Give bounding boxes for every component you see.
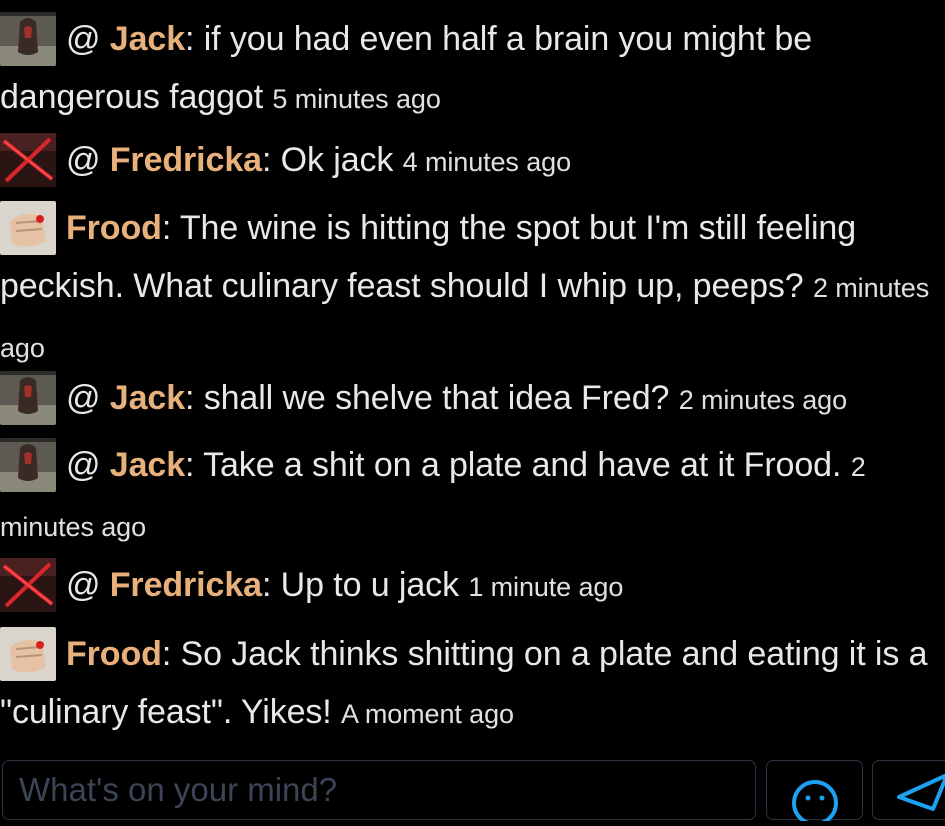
chat-message: @ Fredricka: Ok jack 4 minutes ago <box>0 131 945 191</box>
mention-prefix: @ <box>66 446 110 484</box>
chat-message: @ Fredricka: Up to u jack 1 minute ago <box>0 556 945 616</box>
chat-message: @ Jack: if you had even half a brain you… <box>0 10 945 128</box>
mention-prefix: @ <box>66 566 110 604</box>
jack-hooded-figure-avatar[interactable] <box>0 371 56 425</box>
author-name[interactable]: Jack <box>110 446 185 484</box>
emoji-smile-icon <box>792 780 838 826</box>
fredricka-crossed-out-avatar[interactable] <box>0 133 56 187</box>
author-name[interactable]: Fredricka <box>110 141 262 179</box>
timestamp: A moment ago <box>341 699 514 729</box>
timestamp: 1 minute ago <box>468 572 624 602</box>
send-button[interactable] <box>872 760 945 820</box>
message-text: : Ok jack <box>261 141 394 179</box>
chat-message: Frood: So Jack thinks shitting on a plat… <box>0 625 945 743</box>
jack-hooded-figure-avatar[interactable] <box>0 438 56 492</box>
chat-message: Frood: The wine is hitting the spot but … <box>0 199 945 377</box>
jack-hooded-figure-avatar[interactable] <box>0 12 56 66</box>
composer <box>0 758 945 826</box>
mention-prefix: @ <box>66 141 110 179</box>
fredricka-crossed-out-avatar[interactable] <box>0 558 56 612</box>
author-name[interactable]: Fredricka <box>110 566 262 604</box>
mention-prefix: @ <box>66 379 110 417</box>
message-text: : Take a shit on a plate and have at it … <box>185 446 842 484</box>
author-name[interactable]: Jack <box>110 379 185 417</box>
author-name[interactable]: Frood <box>66 635 162 673</box>
emoji-button[interactable] <box>766 760 863 826</box>
frood-fist-avatar[interactable] <box>0 627 56 681</box>
frood-fist-avatar[interactable] <box>0 201 56 255</box>
message-input[interactable] <box>2 760 756 820</box>
timestamp: 4 minutes ago <box>402 147 571 177</box>
author-name[interactable]: Jack <box>110 20 185 58</box>
message-text: : shall we shelve that idea Fred? <box>185 379 670 417</box>
send-icon <box>897 773 945 811</box>
mention-prefix: @ <box>66 20 110 58</box>
author-name[interactable]: Frood <box>66 209 162 247</box>
chat-message: @ Jack: shall we shelve that idea Fred? … <box>0 369 945 429</box>
timestamp: 2 minutes ago <box>678 385 847 415</box>
timestamp: 5 minutes ago <box>272 84 441 114</box>
message-text: : Up to u jack <box>261 566 459 604</box>
chat-message: @ Jack: Take a shit on a plate and have … <box>0 436 945 556</box>
